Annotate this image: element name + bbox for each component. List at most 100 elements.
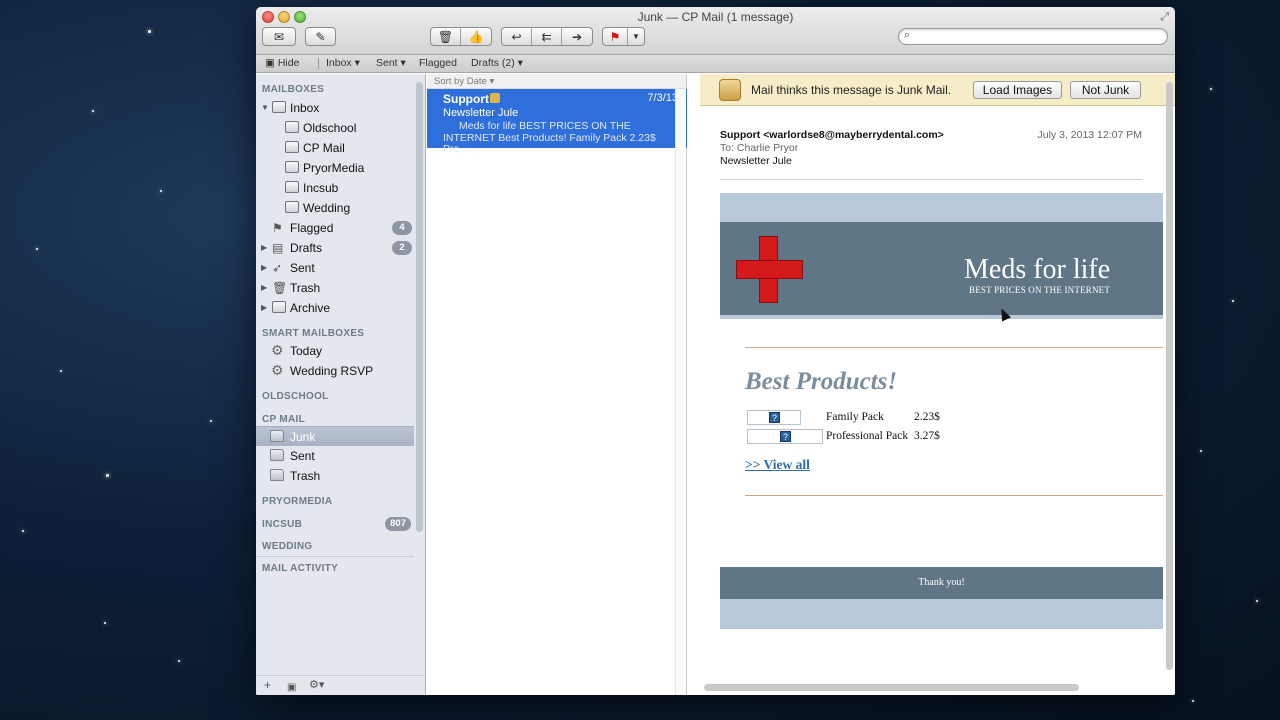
get-mail-button[interactable]: ✉	[262, 27, 296, 46]
message-sender: Support	[443, 92, 489, 106]
reply-button[interactable]: ↩	[502, 28, 532, 45]
unread-count-badge: 4	[392, 221, 412, 235]
missing-image-icon: ?	[780, 431, 791, 442]
message-date: July 3, 2013 12:07 PM	[1037, 129, 1142, 141]
email-top-band	[720, 193, 1163, 222]
sidebar-item-cpmail-sent[interactable]: Sent	[256, 446, 414, 466]
load-images-button[interactable]: Load Images	[973, 81, 1062, 99]
sidebar-item-sent[interactable]: ▶ ➶ Sent	[256, 258, 414, 278]
product-image-placeholder[interactable]: ?	[747, 429, 823, 444]
inbox-tray-icon	[285, 201, 299, 213]
delete-button[interactable]: 🗑	[431, 28, 461, 45]
folder-icon	[270, 449, 284, 461]
viewer-vertical-scrollbar[interactable]	[1166, 82, 1173, 670]
missing-image-icon: ?	[769, 412, 780, 423]
forward-icon: ➔	[571, 29, 583, 44]
flag-menu-button[interactable]: ▼	[628, 28, 644, 45]
search-input[interactable]: ⌕	[898, 28, 1168, 45]
thumbs-up-icon: 👍	[468, 29, 484, 44]
mailbox-sidebar: MAILBOXES ▼ Inbox Oldschool CP Mail Pryo…	[256, 74, 426, 695]
add-mailbox-button[interactable]: +	[264, 678, 271, 692]
inbox-tray-icon	[285, 141, 299, 153]
reply-icon: ↩	[511, 29, 522, 44]
sort-by-date-button[interactable]: Sort by Date ▾	[434, 76, 494, 87]
view-all-link[interactable]: >> View all	[745, 457, 810, 473]
sidebar-item-archive[interactable]: ▶ Archive	[256, 298, 414, 318]
pryormedia-header[interactable]: PRYORMEDIA	[262, 496, 332, 507]
inbox-tray-icon	[285, 161, 299, 173]
favorite-sent-label: Sent	[376, 57, 398, 69]
forward-button[interactable]: ➔	[562, 28, 592, 45]
sidebar-item-inbox-incsub[interactable]: Incsub	[256, 178, 414, 198]
message-from[interactable]: Support <warlordse8@mayberrydental.com>	[720, 129, 944, 141]
folder-icon	[270, 430, 284, 442]
sidebar-scrollbar[interactable]	[416, 82, 423, 532]
viewer-horizontal-scrollbar[interactable]	[704, 684, 1079, 691]
sidebar-item-today[interactable]: ⚙ Today	[256, 341, 414, 361]
cpmail-header[interactable]: CP MAIL	[262, 414, 305, 425]
disclosure-closed-icon[interactable]: ▶	[261, 303, 267, 312]
junk-button[interactable]: 👍	[461, 28, 491, 45]
email-footer: Thank you!	[720, 567, 1163, 599]
favorite-flagged[interactable]: Flagged	[419, 57, 457, 69]
smart-mailboxes-header[interactable]: SMART MAILBOXES	[262, 328, 364, 339]
product-name: Family Pack	[826, 411, 884, 423]
message-to[interactable]: To: Charlie Pryor	[720, 142, 798, 154]
compose-icon: ✎	[315, 29, 326, 44]
product-image-placeholder[interactable]: ?	[747, 410, 801, 425]
incsub-unread-badge: 807	[385, 517, 411, 531]
action-menu-button[interactable]: ⚙▾	[309, 678, 324, 691]
disclosure-open-icon[interactable]: ▼	[261, 103, 269, 112]
inbox-tray-icon	[285, 121, 299, 133]
sidebar-item-cpmail-junk[interactable]: Junk	[256, 426, 414, 446]
favorite-inbox[interactable]: Inbox ▾	[326, 57, 360, 69]
sidebar-item-drafts[interactable]: ▶ ▤ Drafts 2	[256, 238, 414, 258]
flag-group: ⚑ ▼	[602, 27, 645, 46]
oldschool-header[interactable]: OLDSCHOOL	[262, 391, 329, 402]
sidebar-item-label: Wedding RSVP	[290, 364, 374, 378]
flag-icon: ⚑	[609, 29, 621, 44]
sidebar-item-label: Incsub	[303, 181, 339, 195]
sidebar-item-label: Oldschool	[303, 121, 357, 135]
divider	[720, 179, 1142, 180]
junk-banner: Mail thinks this message is Junk Mail. L…	[700, 74, 1175, 106]
message-date: 7/3/13	[647, 92, 678, 104]
favorite-drafts[interactable]: Drafts (2) ▾	[471, 57, 523, 69]
disclosure-closed-icon[interactable]: ▶	[261, 263, 267, 272]
sidebar-item-flagged[interactable]: ⚑ Flagged 4	[256, 218, 414, 238]
fullscreen-icon[interactable]: ⤢	[1160, 11, 1169, 24]
not-junk-button[interactable]: Not Junk	[1070, 81, 1141, 99]
product-name: Professional Pack	[826, 430, 909, 442]
mail-activity-header[interactable]: MAIL ACTIVITY	[262, 563, 338, 574]
delete-junk-group: 🗑 👍	[430, 27, 492, 46]
message-list: Sort by Date ▾ Support 7/3/13 Newsletter…	[427, 74, 687, 695]
message-viewer: Mail thinks this message is Junk Mail. L…	[700, 74, 1175, 695]
sidebar-item-cpmail-trash[interactable]: Trash	[256, 466, 414, 486]
favorite-sent[interactable]: Sent ▾	[376, 57, 406, 69]
flag-button[interactable]: ⚑	[603, 28, 628, 45]
incsub-header[interactable]: INCSUB	[262, 519, 302, 530]
flag-icon: ⚑	[272, 221, 283, 235]
hide-button[interactable]: ▣ Hide	[265, 57, 299, 69]
sidebar-item-inbox-oldschool[interactable]: Oldschool	[256, 118, 414, 138]
product-price: 3.27$	[914, 430, 940, 442]
sidebar-item-wedding-rsvp[interactable]: ⚙ Wedding RSVP	[256, 361, 414, 381]
disclosure-closed-icon[interactable]: ▶	[261, 283, 267, 292]
message-list-scrollbar[interactable]	[675, 89, 686, 695]
message-row[interactable]: Support 7/3/13 Newsletter Jule Meds for …	[427, 89, 687, 155]
sidebar-item-label: Archive	[290, 301, 331, 315]
favorite-drafts-label: Drafts (2)	[471, 57, 515, 69]
sort-bar: Sort by Date ▾	[427, 74, 686, 89]
reply-all-button[interactable]: ⇇	[532, 28, 562, 45]
mailboxes-header[interactable]: MAILBOXES	[262, 84, 324, 95]
email-heading: Best Products!	[745, 368, 898, 395]
sidebar-item-trash[interactable]: ▶ 🗑 Trash	[256, 278, 414, 298]
sidebar-item-inbox-pryormedia[interactable]: PryorMedia	[256, 158, 414, 178]
sidebar-item-inbox-wedding[interactable]: Wedding	[256, 198, 414, 218]
disclosure-closed-icon[interactable]: ▶	[261, 243, 267, 252]
favorites-bar: ▣ Hide Inbox ▾ Sent ▾ Flagged Drafts (2)…	[256, 55, 1175, 73]
sidebar-item-inbox[interactable]: ▼ Inbox	[256, 98, 414, 118]
sidebar-item-inbox-cpmail[interactable]: CP Mail	[256, 138, 414, 158]
compose-button[interactable]: ✎	[305, 27, 336, 46]
wedding-header[interactable]: WEDDING	[262, 541, 312, 552]
